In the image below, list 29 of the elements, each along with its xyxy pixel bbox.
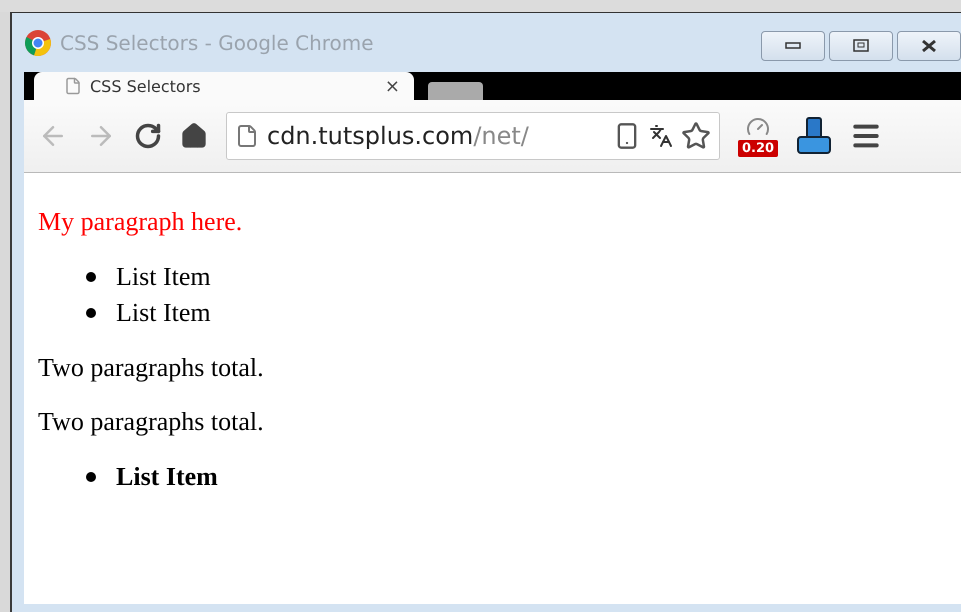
extension-badge: 0.20	[738, 140, 778, 157]
tab-close-button[interactable]: ×	[384, 76, 400, 96]
paragraph: Two paragraphs total.	[38, 352, 265, 384]
url-path: /net/	[473, 122, 529, 150]
bullet-icon	[86, 272, 96, 282]
address-bar[interactable]: cdn.tutsplus.com/net/	[226, 112, 720, 160]
list-item: List Item	[116, 297, 211, 329]
close-icon	[921, 39, 937, 53]
minimize-button[interactable]	[761, 31, 825, 61]
list-item: List Item	[116, 461, 218, 493]
page-icon	[64, 77, 82, 95]
maximize-button[interactable]	[829, 31, 893, 61]
page-icon	[235, 124, 259, 148]
list-item: List Item	[116, 261, 211, 293]
paragraph: Two paragraphs total.	[38, 406, 265, 438]
home-icon[interactable]	[180, 122, 208, 150]
bullet-icon	[86, 308, 96, 318]
translate-icon[interactable]	[649, 124, 673, 148]
bullet-icon	[86, 472, 96, 482]
paragraph: My paragraph here.	[38, 206, 244, 238]
minimize-icon	[785, 42, 801, 50]
close-button[interactable]	[897, 31, 961, 61]
window-title: CSS Selectors - Google Chrome	[60, 30, 374, 54]
reload-icon[interactable]	[134, 122, 162, 150]
url-host: cdn.tutsplus.com	[267, 122, 474, 150]
chrome-logo-icon	[24, 28, 52, 56]
browser-tab[interactable]: CSS Selectors ×	[34, 72, 414, 100]
restore-icon	[853, 39, 869, 53]
star-icon[interactable]	[681, 121, 711, 151]
